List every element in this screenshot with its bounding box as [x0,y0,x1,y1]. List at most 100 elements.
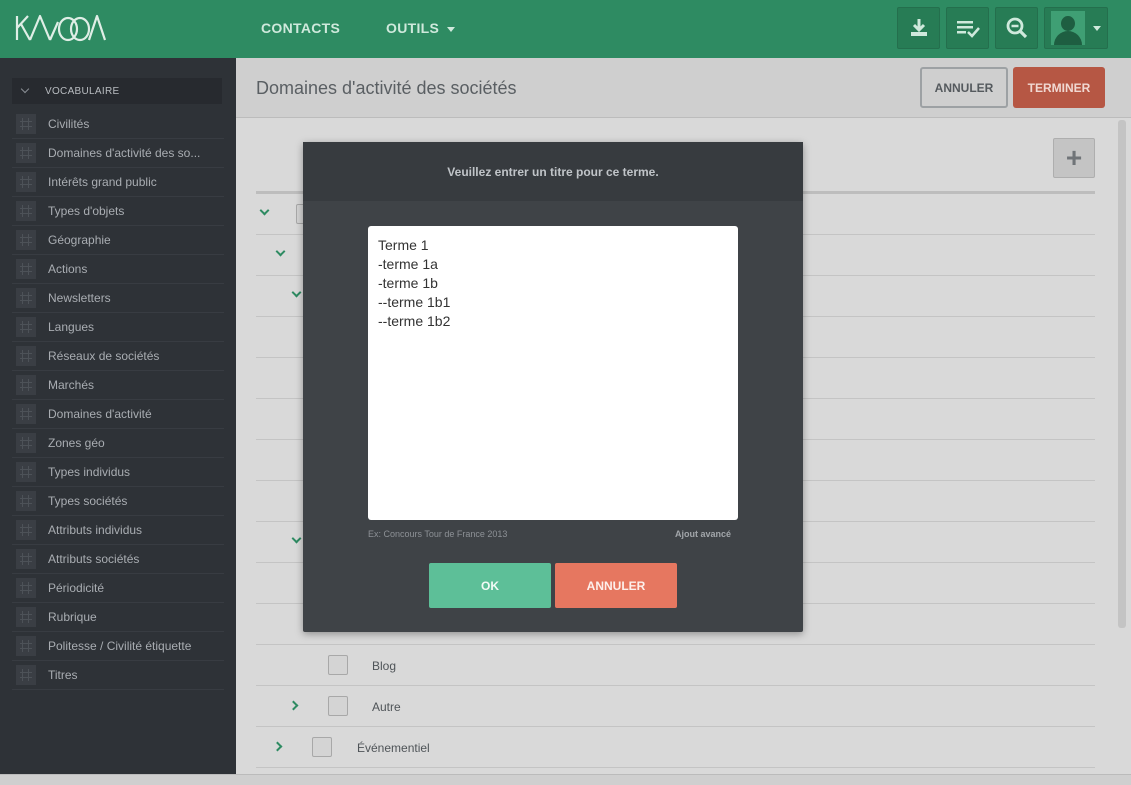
user-menu-button[interactable] [1044,7,1108,49]
sidebar-item-periodicite[interactable]: Périodicité [12,574,224,603]
drag-handle-icon[interactable] [16,259,36,279]
finish-button[interactable]: TERMINER [1013,67,1105,108]
drag-handle-icon[interactable] [16,636,36,656]
dialog-cancel-button[interactable]: ANNULER [555,563,677,608]
nav-outils-label: OUTILS [386,20,440,36]
ok-button[interactable]: OK [429,563,551,608]
drag-handle-icon[interactable] [16,317,36,337]
drag-handle-icon[interactable] [16,143,36,163]
sidebar-item-interets-grand-public[interactable]: Intérêts grand public [12,168,224,197]
drag-handle-icon[interactable] [16,462,36,482]
row-checkbox[interactable] [328,655,348,675]
drag-handle-icon[interactable] [16,404,36,424]
nav-outils[interactable]: OUTILS [386,20,456,36]
sidebar-item-civilites[interactable]: Civilités [12,110,224,139]
download-icon [910,19,927,36]
page-header: Domaines d'activité des sociétés ANNULER… [236,58,1131,118]
chevron-down-icon[interactable] [291,533,302,544]
sidebar-item-marches[interactable]: Marchés [12,371,224,400]
chevron-right-icon[interactable] [288,700,299,711]
term-title-dialog: Veuillez entrer un titre pour ce terme. … [303,142,803,632]
task-list-button[interactable] [946,7,989,49]
sidebar-item-label: Attributs individus [48,523,143,537]
plus-icon: + [1065,142,1083,173]
dialog-header: Veuillez entrer un titre pour ce terme. [303,142,803,201]
sidebar-item-label: Langues [48,320,95,334]
tree-row-label: Autre [372,700,401,714]
sidebar-item-politesse[interactable]: Politesse / Civilité étiquette [12,632,224,661]
drag-handle-icon[interactable] [16,520,36,540]
sidebar-item-newsletters[interactable]: Newsletters [12,284,224,313]
dialog-title: Veuillez entrer un titre pour ce terme. [447,164,659,179]
sidebar-item-attributs-individus[interactable]: Attributs individus [12,516,224,545]
sidebar-item-label: Actions [48,262,88,276]
download-button[interactable] [897,7,940,49]
drag-handle-icon[interactable] [16,172,36,192]
row-checkbox[interactable] [312,737,332,757]
cancel-button[interactable]: ANNULER [920,67,1008,108]
avatar [1051,11,1085,45]
zoom-out-icon [1006,17,1027,39]
sidebar-item-geographie[interactable]: Géographie [12,226,224,255]
sidebar-item-label: Géographie [48,233,111,247]
top-bar: CONTACTS OUTILS [0,0,1131,58]
sidebar-item-label: Périodicité [48,581,105,595]
drag-handle-icon[interactable] [16,549,36,569]
sidebar-item-reseaux-societes[interactable]: Réseaux de sociétés [12,342,224,371]
drag-handle-icon[interactable] [16,433,36,453]
chevron-down-icon [447,26,456,32]
sidebar-item-label: Newsletters [48,291,111,305]
tree-row: Événementiel [256,727,1095,768]
sidebar-item-label: Attributs sociétés [48,552,140,566]
tree-row: Autre [256,686,1095,727]
drag-handle-icon[interactable] [16,114,36,134]
drag-handle-icon[interactable] [16,201,36,221]
drag-handle-icon[interactable] [16,578,36,598]
vocabulary-section-label: VOCABULAIRE [45,85,120,97]
drag-handle-icon[interactable] [16,375,36,395]
sidebar-item-domaines-activite[interactable]: Domaines d'activité [12,400,224,429]
sidebar-item-label: Réseaux de sociétés [48,349,160,363]
sidebar-item-zones-geo[interactable]: Zones géo [12,429,224,458]
sidebar-item-label: Intérêts grand public [48,175,157,189]
sidebar-item-types-objets[interactable]: Types d'objets [12,197,224,226]
drag-handle-icon[interactable] [16,346,36,366]
chevron-down-icon [1093,25,1101,31]
sidebar-item-label: Civilités [48,117,90,131]
nav-contacts[interactable]: CONTACTS [261,20,340,36]
sidebar-item-types-societes[interactable]: Types sociétés [12,487,224,516]
kaooa-logo[interactable] [14,12,108,44]
chevron-down-icon[interactable] [275,246,286,257]
sidebar-item-label: Domaines d'activité des so... [48,146,201,160]
tree-row: Blog [256,645,1095,686]
drag-handle-icon[interactable] [16,230,36,250]
task-list-icon [956,21,980,38]
add-term-button[interactable]: + [1053,138,1095,178]
drag-handle-icon[interactable] [16,288,36,308]
sidebar-item-types-individus[interactable]: Types individus [12,458,224,487]
sidebar-item-rubrique[interactable]: Rubrique [12,603,224,632]
bottom-strip [0,774,1131,785]
sidebar-item-domaines-activite-societes[interactable]: Domaines d'activité des so... [12,139,224,168]
sidebar-item-titres[interactable]: Titres [12,661,224,690]
drag-handle-icon[interactable] [16,607,36,627]
sidebar-item-label: Types sociétés [48,494,128,508]
vocabulary-section-toggle[interactable]: VOCABULAIRE [12,78,222,104]
drag-handle-icon[interactable] [16,491,36,511]
chevron-down-icon[interactable] [259,205,270,216]
scrollbar[interactable] [1118,120,1126,628]
vocabulary-list: Civilités Domaines d'activité des so... … [12,110,224,690]
sidebar-item-label: Types individus [48,465,131,479]
chevron-right-icon[interactable] [272,741,283,752]
row-checkbox[interactable] [328,696,348,716]
sidebar-item-actions[interactable]: Actions [12,255,224,284]
sidebar-item-label: Marchés [48,378,95,392]
tree-row-label: Événementiel [357,741,430,755]
sidebar-item-langues[interactable]: Langues [12,313,224,342]
drag-handle-icon[interactable] [16,665,36,685]
zoom-out-button[interactable] [995,7,1038,49]
chevron-down-icon[interactable] [291,287,302,298]
sidebar-item-attributs-societes[interactable]: Attributs sociétés [12,545,224,574]
term-title-input[interactable] [368,226,738,520]
advanced-add-link[interactable]: Ajout avancé [675,529,731,539]
